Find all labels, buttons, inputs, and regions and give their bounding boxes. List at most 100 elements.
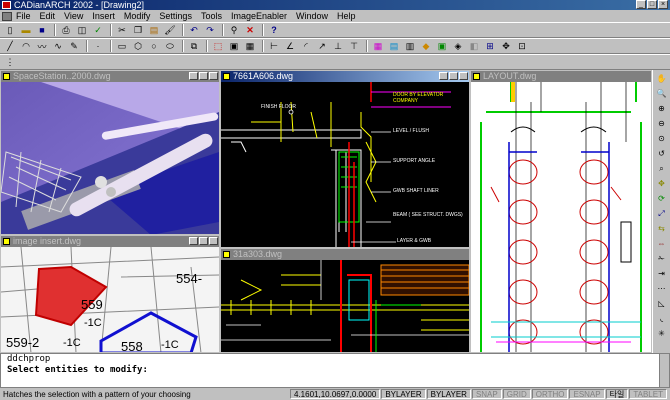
grid-icon[interactable]: ⋮ [3, 56, 17, 69]
dim-angular-icon[interactable]: ∠ [283, 40, 297, 53]
menu-help[interactable]: Help [337, 11, 356, 21]
spline-icon[interactable]: ∿ [51, 40, 65, 53]
zoom-scale-icon[interactable]: ⌕ [656, 163, 668, 175]
dim-baseline-icon[interactable]: ⊥ [331, 40, 345, 53]
grid-toggle[interactable]: GRID [502, 389, 531, 399]
menu-edit[interactable]: Edit [40, 11, 56, 21]
zoom-extents-icon[interactable]: ⊡ [515, 40, 529, 53]
preview-icon[interactable]: ◫ [75, 24, 89, 37]
save-icon[interactable]: ■ [35, 24, 49, 37]
snap-toggle[interactable]: SNAP [471, 389, 502, 399]
ortho-toggle[interactable]: ORTHO [531, 389, 569, 399]
zoom-previous-icon[interactable]: ↺ [656, 148, 668, 160]
tile-toggle[interactable]: 타일 [605, 389, 629, 399]
trim-icon[interactable]: ✁ [656, 253, 668, 265]
menu-settings[interactable]: Settings [159, 11, 192, 21]
zoom-window-icon[interactable]: ⊞ [483, 40, 497, 53]
window-31a303[interactable]: 31a303.dwg [220, 248, 470, 353]
rotate-icon[interactable]: ⟳ [656, 193, 668, 205]
window-title[interactable]: LAYOUT.dwg [471, 71, 651, 82]
window-space-station[interactable]: SpaceStation..2000.dwg [0, 70, 220, 235]
close-button[interactable] [209, 72, 218, 80]
space-station-viewport[interactable] [1, 82, 219, 234]
paste-icon[interactable]: ▤ [147, 24, 161, 37]
layer-status[interactable]: BYLAYER [381, 389, 426, 399]
dim-continue-icon[interactable]: ⊤ [347, 40, 361, 53]
line-icon[interactable]: ╱ [3, 40, 17, 53]
scale-icon[interactable]: ⤢ [656, 208, 668, 220]
pan-realtime-icon[interactable]: ✥ [499, 40, 513, 53]
polygon-icon[interactable]: ⬡ [131, 40, 145, 53]
new-icon[interactable]: ▯ [3, 24, 17, 37]
extend-icon[interactable]: ⇥ [656, 268, 668, 280]
window-7661a606[interactable]: 7661A606.dwg FINISH FLOOR DOOR BY ELEVAT… [220, 70, 470, 248]
close-button[interactable]: × [658, 0, 668, 9]
circle-icon[interactable]: ○ [147, 40, 161, 53]
minimize-button[interactable]: _ [636, 0, 646, 9]
break-icon[interactable]: ⋯ [656, 283, 668, 295]
detail-viewport[interactable]: FINISH FLOOR DOOR BY ELEVATOR COMPANY LE… [221, 82, 469, 247]
document-icon[interactable] [2, 11, 12, 21]
maximize-button[interactable] [199, 237, 208, 245]
undo-icon[interactable]: ↶ [187, 24, 201, 37]
dim-linear-icon[interactable]: ⊢ [267, 40, 281, 53]
close-button[interactable] [209, 237, 218, 245]
command-prompt[interactable]: Select entities to modify: [1, 365, 669, 376]
help-icon[interactable]: ? [267, 24, 281, 37]
arc-icon[interactable]: ◠ [19, 40, 33, 53]
zoom-realtime-icon[interactable]: 🔍 [656, 88, 668, 100]
menu-file[interactable]: File [16, 11, 31, 21]
edit-icon[interactable]: ✎ [67, 40, 81, 53]
point-icon[interactable]: · [91, 40, 105, 53]
window-title[interactable]: 31a303.dwg [221, 249, 469, 260]
spell-icon[interactable]: ✓ [91, 24, 105, 37]
hyperlink-icon[interactable]: ⚲ [227, 24, 241, 37]
zoom-in-icon[interactable]: ⊕ [656, 103, 668, 115]
window-image-insert[interactable]: image insert.dwg 554- 559 -1C 559-2 -1C … [0, 235, 220, 353]
maximize-button[interactable] [449, 72, 458, 80]
region-icon[interactable]: ▣ [227, 40, 241, 53]
minimize-button[interactable] [189, 237, 198, 245]
linetype-status[interactable]: BYLAYER [426, 389, 471, 399]
fillet-icon[interactable]: ◟ [656, 313, 668, 325]
open-icon[interactable]: ▬ [19, 24, 33, 37]
zoom-out-icon[interactable]: ⊖ [656, 118, 668, 130]
section-viewport[interactable] [221, 260, 469, 352]
pan-icon[interactable]: ✋ [656, 73, 668, 85]
tablet-toggle[interactable]: TABLET [629, 389, 667, 399]
maximize-button[interactable]: □ [647, 0, 657, 9]
window-title[interactable]: 7661A606.dwg [221, 71, 469, 82]
move-icon[interactable]: ✥ [656, 178, 668, 190]
close-button[interactable] [459, 72, 468, 80]
erase-icon[interactable]: ✕ [243, 24, 257, 37]
match-properties-icon[interactable]: 🖌 [163, 24, 177, 37]
properties-icon[interactable]: ▥ [403, 40, 417, 53]
layer-color-icon[interactable]: ▦ [371, 40, 385, 53]
app-icon[interactable] [2, 1, 11, 9]
shade-icon[interactable]: ◧ [467, 40, 481, 53]
chamfer-icon[interactable]: ◺ [656, 298, 668, 310]
ellipse-icon[interactable]: ⬭ [163, 40, 177, 53]
maximize-button[interactable] [199, 72, 208, 80]
menu-modify[interactable]: Modify [124, 11, 151, 21]
print-icon[interactable]: ⎙ [59, 24, 73, 37]
stretch-icon[interactable]: ⇔ [656, 238, 668, 250]
redo-icon[interactable]: ↷ [203, 24, 217, 37]
map-viewport[interactable]: 554- 559 -1C 559-2 -1C 558 -1C [1, 247, 219, 352]
command-area[interactable]: ddchprop Select entities to modify: [0, 353, 670, 388]
table-icon[interactable]: ▦ [243, 40, 257, 53]
esnap-toggle[interactable]: ESNAP [569, 389, 605, 399]
hatch-icon[interactable]: ⬚ [211, 40, 225, 53]
render-icon[interactable]: ◆ [419, 40, 433, 53]
window-title[interactable]: SpaceStation..2000.dwg [1, 71, 219, 82]
window-layout[interactable]: LAYOUT.dwg [470, 70, 652, 353]
window-title[interactable]: image insert.dwg [1, 236, 219, 247]
menu-imageenabler[interactable]: ImageEnabler [231, 11, 287, 21]
command-scrollbar[interactable] [659, 354, 669, 387]
menu-insert[interactable]: Insert [92, 11, 115, 21]
menu-tools[interactable]: Tools [201, 11, 222, 21]
minimize-button[interactable] [189, 72, 198, 80]
copy-icon[interactable]: ❐ [131, 24, 145, 37]
minimize-button[interactable] [439, 72, 448, 80]
menu-view[interactable]: View [64, 11, 83, 21]
